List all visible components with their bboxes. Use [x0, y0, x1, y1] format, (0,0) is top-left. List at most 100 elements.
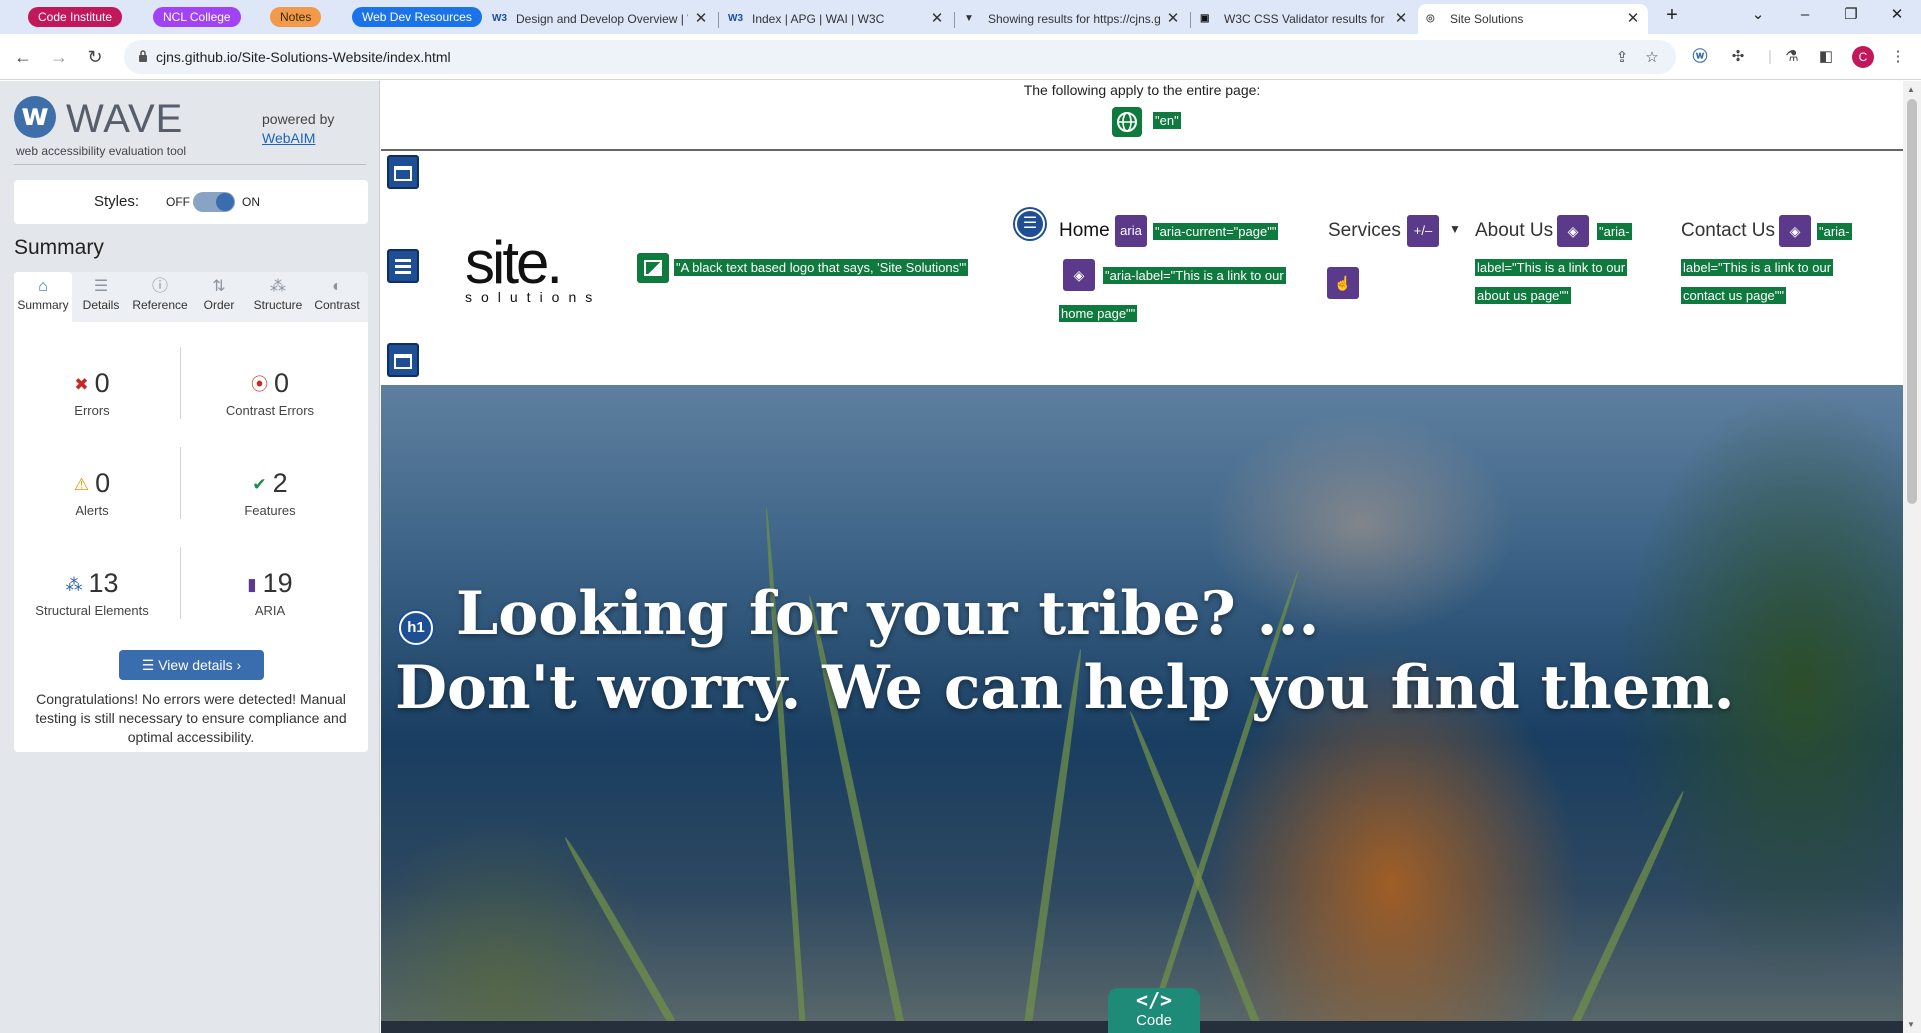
- stat-structural: ⁂ 13 Structural Elements: [12, 567, 172, 618]
- powered-by: powered by WebAIM: [262, 110, 334, 148]
- tab-wave-results[interactable]: ▼ Showing results for https://cjns.g ✕: [956, 4, 1188, 34]
- tab-close-icon[interactable]: ✕: [928, 4, 946, 34]
- services-dropdown-chevron-icon[interactable]: ▼: [1449, 217, 1461, 241]
- bookmark-star-icon[interactable]: ☆: [1642, 48, 1662, 68]
- side-panel-icon[interactable]: ◧: [1816, 47, 1836, 67]
- nav-link-services[interactable]: Services: [1328, 219, 1401, 243]
- forward-button[interactable]: →: [44, 42, 74, 72]
- image-alt-icon[interactable]: [637, 253, 669, 283]
- congrats-message: Congratulations! No errors were detected…: [35, 691, 347, 745]
- main-region-icon[interactable]: [387, 343, 419, 377]
- profile-avatar[interactable]: C: [1852, 46, 1874, 68]
- aria-popup-icon[interactable]: ☝: [1327, 267, 1359, 299]
- aria-label-tag-icon[interactable]: ◈: [1063, 259, 1095, 291]
- new-tab-button[interactable]: +: [1652, 0, 1692, 30]
- nav-link-contact[interactable]: Contact Us: [1681, 219, 1775, 243]
- tab-label: Reference: [132, 298, 188, 312]
- tab-label: Order: [203, 298, 235, 312]
- heading-h1-icon[interactable]: h1: [399, 611, 433, 645]
- share-icon[interactable]: ⇪: [1612, 48, 1632, 68]
- scroll-down-arrow-icon[interactable]: ▼: [1907, 1020, 1915, 1029]
- tab-reference[interactable]: ⓘ Reference: [131, 272, 189, 322]
- powered-by-text: powered by: [262, 111, 335, 127]
- tab-close-icon[interactable]: ✕: [1164, 4, 1182, 34]
- nav-link-about[interactable]: About Us: [1475, 219, 1553, 243]
- region-box: [394, 354, 412, 369]
- tab-summary[interactable]: ⌂ Summary: [14, 272, 72, 322]
- back-button[interactable]: ←: [8, 42, 38, 72]
- tab-group-code-institute[interactable]: Code Institute: [28, 7, 123, 27]
- navigation-region-icon[interactable]: [387, 249, 419, 283]
- structure-icon: ⁂: [65, 574, 83, 594]
- aria-label-tag-icon[interactable]: ◈: [1779, 215, 1811, 247]
- webaim-link[interactable]: WebAIM: [262, 129, 334, 148]
- order-icon: ⇅: [212, 278, 226, 295]
- page-scrollbar[interactable]: ▲ ▼: [1903, 81, 1921, 1033]
- tab-group-notes[interactable]: Notes: [270, 7, 322, 27]
- wave-panel-tabs: ⌂ Summary ☰ Details ⓘ Reference ⇅ Order ⁂ Str…: [14, 272, 368, 322]
- scroll-up-arrow-icon[interactable]: ▲: [1907, 85, 1915, 94]
- aria-label-tag-icon[interactable]: ◈: [1557, 215, 1589, 247]
- tab-label: Structure: [253, 298, 303, 312]
- contrast-errors-label: Contrast Errors: [225, 403, 315, 418]
- address-bar[interactable]: cjns.github.io/Site-Solutions-Website/in…: [124, 40, 1676, 74]
- stat-divider: [180, 347, 181, 419]
- tab-site-solutions[interactable]: ◎ Site Solutions ✕: [1418, 4, 1648, 34]
- close-window-button[interactable]: ✕: [1874, 0, 1920, 30]
- wave-code-toggle-button[interactable]: </> Code: [1108, 988, 1200, 1033]
- structure-icon: ⁂: [270, 278, 286, 295]
- lang-label: "en": [1153, 112, 1181, 129]
- tab-apg-index[interactable]: W3 Index | APG | WAI | W3C ✕: [720, 4, 952, 34]
- aria-current-label: "aria-current="page"": [1153, 223, 1279, 240]
- extensions-puzzle-icon[interactable]: ✣: [1728, 47, 1748, 67]
- tab-close-icon[interactable]: ✕: [1392, 4, 1410, 34]
- labs-flask-icon[interactable]: ⚗: [1782, 47, 1802, 67]
- stat-divider: [180, 447, 181, 519]
- structural-label: Structural Elements: [35, 603, 149, 618]
- wave-extension-icon[interactable]: ⓦ: [1690, 47, 1710, 67]
- minimize-button[interactable]: –: [1782, 0, 1828, 30]
- browser-toolbar: ← → ↻ cjns.github.io/Site-Solutions-Webs…: [0, 34, 1921, 80]
- stat-aria: ▮ 19 ARIA: [190, 567, 350, 618]
- tab-separator: [1190, 12, 1191, 28]
- stat-errors: ✖ 0 Errors: [12, 367, 172, 418]
- aria-icon[interactable]: aria: [1115, 215, 1147, 247]
- styles-label: Styles:: [94, 193, 140, 210]
- about-aria-label-2: label="This is a link to our: [1475, 259, 1628, 276]
- tab-label: Contrast: [314, 298, 360, 312]
- tab-css-validator[interactable]: ▣ W3C CSS Validator results for Te ✕: [1192, 4, 1416, 34]
- styles-toggle-switch[interactable]: [193, 192, 235, 212]
- tab-design-develop[interactable]: W3 Design and Develop Overview | W ✕: [484, 4, 716, 34]
- tab-group-web-dev-resources[interactable]: Web Dev Resources: [352, 7, 482, 27]
- tab-structure[interactable]: ⁂ Structure: [249, 272, 307, 322]
- toggle-knob: [216, 193, 234, 211]
- tab-group-ncl-college[interactable]: NCL College: [153, 7, 241, 27]
- home-icon: ⌂: [38, 278, 48, 295]
- tab-close-icon[interactable]: ✕: [692, 4, 710, 34]
- scrollbar-thumb[interactable]: [1907, 99, 1917, 504]
- unordered-list-icon[interactable]: ☰: [1015, 209, 1045, 239]
- language-globe-icon[interactable]: [1112, 107, 1142, 137]
- tab-details[interactable]: ☰ Details: [72, 272, 130, 322]
- stat-alerts: ⚠ 0 Alerts: [12, 467, 172, 518]
- header-region-icon[interactable]: [387, 155, 419, 189]
- w3c-favicon-icon: ▣: [1200, 13, 1210, 24]
- summary-heading: Summary: [14, 236, 104, 259]
- view-details-button[interactable]: ☰ View details ›: [119, 650, 264, 680]
- styles-toggle-box: Styles: OFF ON: [14, 180, 368, 224]
- tab-contrast[interactable]: ◐ Contrast: [308, 272, 366, 322]
- wave-tagline: web accessibility evaluation tool: [16, 144, 187, 158]
- browser-menu-icon[interactable]: ⋮: [1888, 47, 1908, 67]
- tab-close-icon[interactable]: ✕: [1624, 4, 1642, 34]
- structural-count: 13: [88, 568, 119, 598]
- code-label: Code: [1136, 1012, 1172, 1029]
- wave-logo-wordmark: WAVE: [66, 97, 184, 141]
- nav-link-home[interactable]: Home: [1059, 219, 1110, 243]
- tab-search-dropdown-icon[interactable]: ⌄: [1735, 0, 1781, 30]
- aria-expanded-icon[interactable]: +/–: [1407, 215, 1439, 247]
- about-aria-label-1: "aria-: [1597, 223, 1632, 240]
- reload-button[interactable]: ↻: [80, 42, 110, 72]
- restore-button[interactable]: ❐: [1828, 0, 1874, 30]
- tab-order[interactable]: ⇅ Order: [190, 272, 248, 322]
- site-solutions-logo[interactable]: site. solutions: [465, 233, 605, 306]
